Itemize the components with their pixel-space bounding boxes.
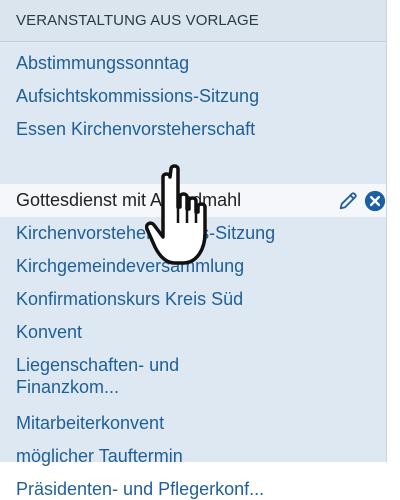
pencil-icon[interactable] xyxy=(337,190,359,212)
list-item[interactable]: Aufsichtskommissions-Sitzung xyxy=(16,85,259,107)
list-item[interactable]: möglicher Tauftermin xyxy=(16,445,183,467)
list-item[interactable]: Mitarbeiterkonvent xyxy=(16,412,164,434)
panel-header: VERANSTALTUNG AUS VORLAGE xyxy=(0,0,386,42)
list-item[interactable]: Liegenschaften- und Finanzkom... xyxy=(16,354,266,398)
list-item[interactable]: Abstimmungssonntag xyxy=(16,52,189,74)
list-item[interactable]: Konfirmationskurs Kreis Süd xyxy=(16,288,243,310)
hand-pointer-icon xyxy=(145,164,207,265)
list-item[interactable]: Konvent xyxy=(16,321,82,343)
list-item[interactable]: Präsidenten- und Pflegerkonf... xyxy=(16,478,264,500)
close-circle-icon[interactable] xyxy=(364,190,386,212)
list-item[interactable]: Essen Kirchenvorsteherschaft xyxy=(16,118,255,140)
